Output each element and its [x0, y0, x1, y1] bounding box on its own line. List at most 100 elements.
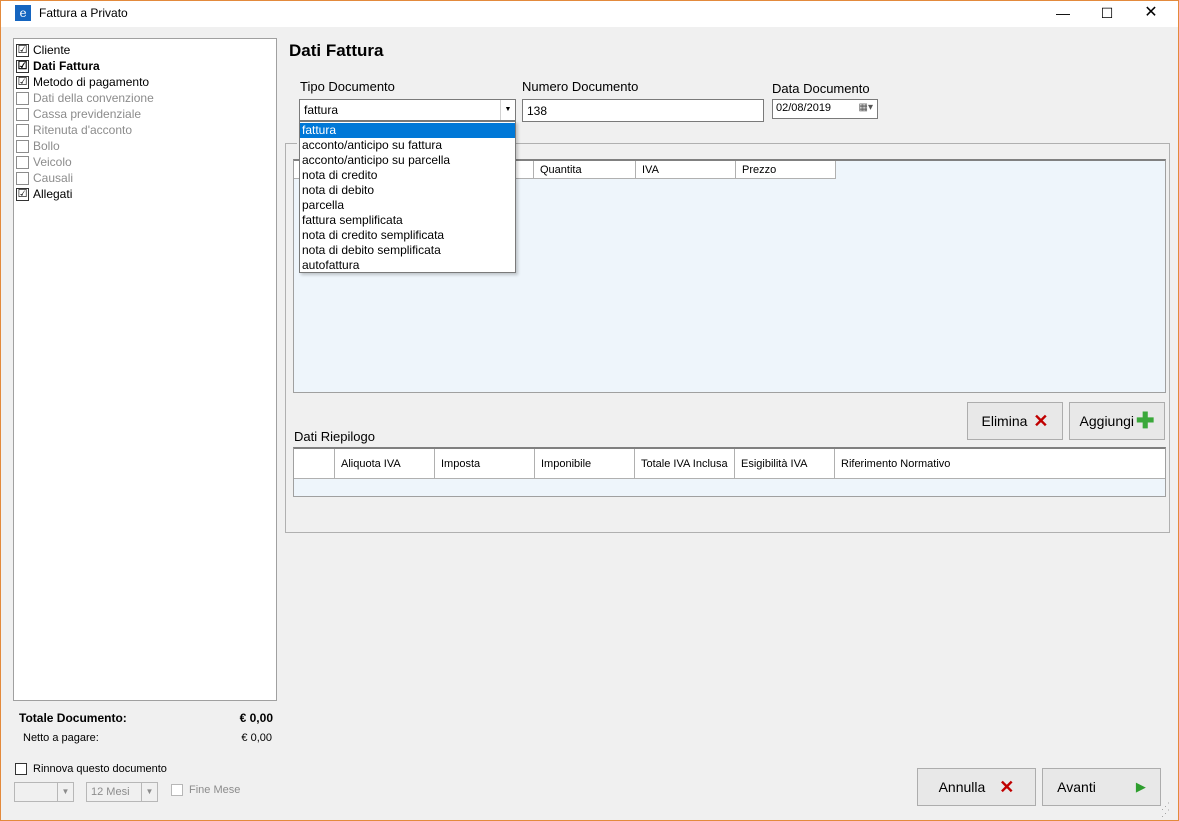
- sidebar-item-label: Dati Fattura: [33, 59, 100, 73]
- total-document-value: € 0,00: [239, 711, 273, 725]
- checkbox-icon: [16, 139, 29, 153]
- sidebar-item-ritenuta-acconto: Ritenuta d'acconto: [14, 122, 276, 138]
- dropdown-option[interactable]: acconto/anticipo su fattura: [300, 138, 515, 153]
- dropdown-option[interactable]: nota di credito: [300, 168, 515, 183]
- data-documento-label: Data Documento: [772, 81, 870, 96]
- total-document-label: Totale Documento:: [19, 711, 127, 725]
- fine-mese-label: Fine Mese: [189, 784, 241, 796]
- elimina-button[interactable]: Elimina ✕: [967, 402, 1063, 440]
- sidebar-item-causali: Causali: [14, 170, 276, 186]
- renew-period-value: 12 Mesi: [91, 786, 130, 798]
- grid-header-aliquota-iva[interactable]: Aliquota IVA: [335, 449, 435, 479]
- numero-documento-input[interactable]: [522, 99, 764, 122]
- checkbox-icon[interactable]: [15, 763, 27, 775]
- net-to-pay-value: € 0,00: [241, 732, 272, 744]
- add-plus-icon: ✚: [1136, 408, 1155, 433]
- grid-header-prezzo[interactable]: Prezzo: [736, 161, 836, 179]
- delete-x-icon: ✕: [1033, 410, 1049, 431]
- tipo-documento-select[interactable]: fattura ▼: [299, 99, 516, 121]
- grid-header-iva[interactable]: IVA: [636, 161, 736, 179]
- sidebar-item-label: Allegati: [33, 187, 73, 201]
- resize-grip-icon[interactable]: ⋰ ⋰: [1161, 802, 1175, 818]
- sidebar-item-label: Veicolo: [33, 155, 72, 169]
- window-title: Fattura a Privato: [39, 6, 128, 20]
- renew-document-label: Rinnova questo documento: [33, 763, 167, 775]
- checkbox-icon: [16, 155, 29, 169]
- grid-header-totale-iva-inclusa[interactable]: Totale IVA Inclusa: [635, 449, 735, 479]
- riepilogo-grid[interactable]: Aliquota IVA Imposta Imponibile Totale I…: [293, 447, 1166, 497]
- checkbox-icon: [16, 91, 29, 105]
- window: e Fattura a Privato — ☐ ✕ ☑ Cliente ☑ Dati…: [0, 0, 1179, 821]
- annulla-button[interactable]: Annulla ✕: [917, 768, 1036, 806]
- title-bar[interactable]: e Fattura a Privato — ☐ ✕: [1, 1, 1178, 27]
- data-documento-value: 02/08/2019: [776, 102, 832, 114]
- fine-mese-checkbox: Fine Mese: [171, 784, 240, 796]
- annulla-label: Annulla: [938, 779, 986, 795]
- sidebar-item-label: Cliente: [33, 43, 71, 57]
- numero-documento-label: Numero Documento: [522, 79, 639, 94]
- renew-count-select: ▼: [14, 782, 74, 802]
- play-arrow-icon: ▶: [1135, 779, 1146, 794]
- avanti-label: Avanti: [1057, 779, 1096, 795]
- tipo-documento-label: Tipo Documento: [300, 79, 395, 94]
- sidebar-item-allegati[interactable]: ☑ Allegati: [14, 186, 276, 202]
- sidebar-item-label: Bollo: [33, 139, 60, 153]
- chevron-down-icon: ▼: [141, 783, 157, 801]
- sidebar-item-dati-convenzione: Dati della convenzione: [14, 90, 276, 106]
- sidebar-item-veicolo: Veicolo: [14, 154, 276, 170]
- data-documento-picker[interactable]: 02/08/2019 ▦▾: [772, 99, 878, 119]
- checkbox-icon[interactable]: ☑: [16, 187, 29, 201]
- aggiungi-button[interactable]: Aggiungi ✚: [1069, 402, 1165, 440]
- sidebar-item-label: Metodo di pagamento: [33, 75, 150, 89]
- checkbox-icon[interactable]: ☑: [16, 75, 29, 89]
- page-title: Dati Fattura: [289, 41, 384, 60]
- tipo-documento-dropdown[interactable]: fattura acconto/anticipo su fattura acco…: [299, 121, 516, 273]
- sidebar-item-label: Cassa previdenziale: [33, 107, 142, 121]
- calendar-icon[interactable]: ▦▾: [859, 102, 873, 113]
- checkbox-icon: [16, 107, 29, 121]
- sidebar-item-cassa-previdenziale: Cassa previdenziale: [14, 106, 276, 122]
- renew-document-checkbox[interactable]: Rinnova questo documento: [15, 763, 167, 775]
- chevron-down-icon[interactable]: ▼: [500, 100, 515, 120]
- sidebar-steps: ☑ Cliente ☑ Dati Fattura ☑ Metodo di pagame…: [13, 38, 277, 701]
- sidebar-item-label: Ritenuta d'acconto: [33, 123, 133, 137]
- riepilogo-label: Dati Riepilogo: [294, 429, 375, 444]
- dropdown-option[interactable]: acconto/anticipo su parcella: [300, 153, 515, 168]
- sidebar-item-bollo: Bollo: [14, 138, 276, 154]
- sidebar-item-cliente[interactable]: ☑ Cliente: [14, 42, 276, 58]
- sidebar-item-label: Dati della convenzione: [33, 91, 154, 105]
- close-button[interactable]: ✕: [1129, 1, 1173, 25]
- dropdown-option[interactable]: fattura semplificata: [300, 213, 515, 228]
- checkbox-icon: [16, 171, 29, 185]
- grid-header-esigibilita-iva[interactable]: Esigibilità IVA: [735, 449, 835, 479]
- net-to-pay-label: Netto a pagare:: [23, 732, 99, 744]
- cancel-x-icon: ✕: [999, 776, 1015, 797]
- avanti-button[interactable]: Avanti ▶: [1042, 768, 1161, 806]
- grid-header-riferimento-normativo[interactable]: Riferimento Normativo: [835, 449, 1165, 479]
- chevron-down-icon: ▼: [57, 783, 73, 801]
- minimize-button[interactable]: —: [1041, 1, 1085, 25]
- grid-header-imposta[interactable]: Imposta: [435, 449, 535, 479]
- renew-period-select: 12 Mesi ▼: [86, 782, 158, 802]
- aggiungi-label: Aggiungi: [1079, 413, 1135, 429]
- checkbox-icon[interactable]: ☑: [16, 59, 29, 73]
- grid-header-quantita[interactable]: Quantita: [534, 161, 636, 179]
- dropdown-option[interactable]: nota di credito semplificata: [300, 228, 515, 243]
- riepilogo-grid-header: Aliquota IVA Imposta Imponibile Totale I…: [294, 449, 1165, 479]
- sidebar-item-dati-fattura[interactable]: ☑ Dati Fattura: [14, 58, 276, 74]
- checkbox-icon[interactable]: ☑: [16, 43, 29, 57]
- maximize-button[interactable]: ☐: [1085, 1, 1129, 25]
- dropdown-option[interactable]: nota di debito: [300, 183, 515, 198]
- checkbox-icon: [16, 123, 29, 137]
- grid-header-imponibile[interactable]: Imponibile: [535, 449, 635, 479]
- dropdown-option[interactable]: autofattura: [300, 258, 515, 273]
- sidebar-item-label: Causali: [33, 171, 74, 185]
- dropdown-option[interactable]: fattura: [300, 123, 515, 138]
- dropdown-option[interactable]: nota di debito semplificata: [300, 243, 515, 258]
- dropdown-option[interactable]: parcella: [300, 198, 515, 213]
- checkbox-icon: [171, 784, 183, 796]
- sidebar-item-metodo-pagamento[interactable]: ☑ Metodo di pagamento: [14, 74, 276, 90]
- grid-header-cell: [294, 449, 335, 479]
- tipo-documento-value: fattura: [304, 103, 339, 117]
- app-icon: e: [15, 5, 31, 21]
